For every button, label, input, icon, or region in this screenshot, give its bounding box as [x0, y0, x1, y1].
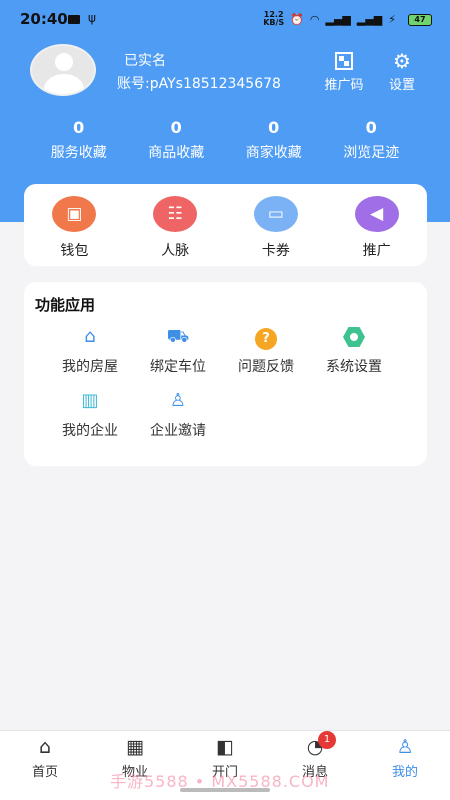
functions-title: 功能应用	[35, 296, 96, 314]
battery-icon: 47	[408, 14, 432, 26]
question-icon: ?	[255, 328, 277, 350]
network-speed: 12.2 KB/S	[263, 10, 285, 27]
megaphone-icon: ◀	[354, 196, 399, 232]
func-label: 我的企业	[62, 423, 118, 439]
functions-grid: ⌂ 我的房屋 ⛟ 绑定车位 ? 问题反馈 系统设置 ▥ 我的企业 ♙ 企业邀请	[46, 324, 406, 440]
func-label: 绑定车位	[150, 359, 206, 375]
wallet-item-promote[interactable]: ◀ 推广	[326, 184, 427, 266]
verified-status: 已实名	[124, 53, 166, 69]
settings-hex-icon	[343, 327, 365, 347]
func-feedback[interactable]: ? 问题反馈	[222, 324, 310, 376]
func-bind-parking[interactable]: ⛟ 绑定车位	[134, 324, 222, 376]
func-label: 问题反馈	[238, 359, 294, 375]
usb-icon: ψ	[88, 11, 96, 25]
invite-icon: ♙	[169, 390, 187, 411]
wallet-label: 钱包	[60, 243, 89, 259]
func-my-house[interactable]: ⌂ 我的房屋	[46, 324, 134, 376]
stat-merchant-favorites[interactable]: 0 商家收藏	[225, 118, 323, 162]
door-icon: ◧	[216, 736, 234, 758]
home-icon: ⌂	[38, 736, 52, 758]
settings-button[interactable]: ⚙ 设置	[384, 50, 420, 93]
promo-code-label: 推广码	[324, 78, 364, 93]
message-badge: 1	[318, 731, 336, 749]
nav-label: 首页	[31, 765, 58, 780]
avatar-head	[55, 53, 73, 71]
nav-label: 我的	[391, 765, 418, 780]
status-icons: 12.2 KB/S ⏰ ◠ ▂▄▆ ▂▄▆ ⚡	[263, 11, 396, 27]
stat-label: 商家收藏	[245, 145, 302, 161]
contacts-label: 人脉	[161, 243, 190, 259]
avatar-body	[44, 74, 84, 94]
nav-mine[interactable]: ♙ 我的	[360, 731, 450, 800]
func-system-settings[interactable]: 系统设置	[310, 324, 398, 376]
qr-code-icon	[335, 52, 353, 70]
stats-row: 0 服务收藏 0 商品收藏 0 商家收藏 0 浏览足迹	[30, 118, 420, 162]
promote-label: 推广	[362, 243, 391, 259]
wallet-item-cards[interactable]: ▭ 卡券	[226, 184, 327, 266]
func-label: 系统设置	[326, 359, 382, 375]
gear-icon: ⚙	[393, 49, 411, 73]
property-icon: ▦	[126, 736, 144, 758]
wallet-item-contacts[interactable]: ☷ 人脉	[125, 184, 226, 266]
func-company-invite[interactable]: ♙ 企业邀请	[134, 388, 222, 440]
stat-value: 0	[268, 118, 280, 137]
stat-value: 0	[73, 118, 85, 137]
stat-label: 商品收藏	[148, 145, 205, 161]
account-number: 账号:pAYs18512345678	[117, 76, 281, 92]
wallet-item-wallet[interactable]: ▣ 钱包	[24, 184, 125, 266]
mail-icon	[68, 15, 80, 24]
stat-value: 0	[170, 118, 182, 137]
home-indicator[interactable]	[180, 788, 270, 792]
func-label: 我的房屋	[62, 359, 118, 375]
cards-label: 卡券	[261, 243, 290, 259]
profile-icon: ♙	[396, 736, 414, 758]
status-time: 20:40	[20, 10, 68, 28]
alarm-icon: ⏰	[290, 12, 304, 26]
house-icon: ⌂	[84, 326, 96, 347]
func-label: 企业邀请	[150, 423, 206, 439]
status-bar: 20:40 ψ 12.2 KB/S ⏰ ◠ ▂▄▆ ▂▄▆ ⚡ 47	[0, 0, 450, 38]
wallet-icon: ▣	[52, 196, 97, 232]
signal-icon-2: ▂▄▆	[356, 12, 383, 26]
charging-icon: ⚡	[388, 12, 396, 26]
settings-label: 设置	[388, 78, 415, 93]
stat-product-favorites[interactable]: 0 商品收藏	[128, 118, 226, 162]
stat-service-favorites[interactable]: 0 服务收藏	[30, 118, 128, 162]
stat-value: 0	[365, 118, 377, 137]
card-icon: ▭	[253, 196, 298, 232]
nav-home[interactable]: ⌂ 首页	[0, 731, 90, 800]
func-my-company[interactable]: ▥ 我的企业	[46, 388, 134, 440]
avatar[interactable]	[30, 44, 96, 96]
wifi-icon: ◠	[309, 12, 320, 26]
stat-browsing-history[interactable]: 0 浏览足迹	[323, 118, 421, 162]
stat-label: 浏览足迹	[343, 145, 400, 161]
car-icon: ⛟	[166, 326, 190, 347]
signal-icon: ▂▄▆	[325, 12, 351, 26]
wallet-card: ▣ 钱包 ☷ 人脉 ▭ 卡券 ◀ 推广	[24, 184, 427, 266]
building-icon: ▥	[81, 390, 99, 411]
contacts-icon: ☷	[153, 196, 198, 232]
promo-code-button[interactable]: 推广码	[320, 50, 368, 93]
stat-label: 服务收藏	[50, 145, 107, 161]
functions-card: 功能应用 ⌂ 我的房屋 ⛟ 绑定车位 ? 问题反馈 系统设置 ▥ 我的企业 ♙ …	[24, 282, 427, 466]
